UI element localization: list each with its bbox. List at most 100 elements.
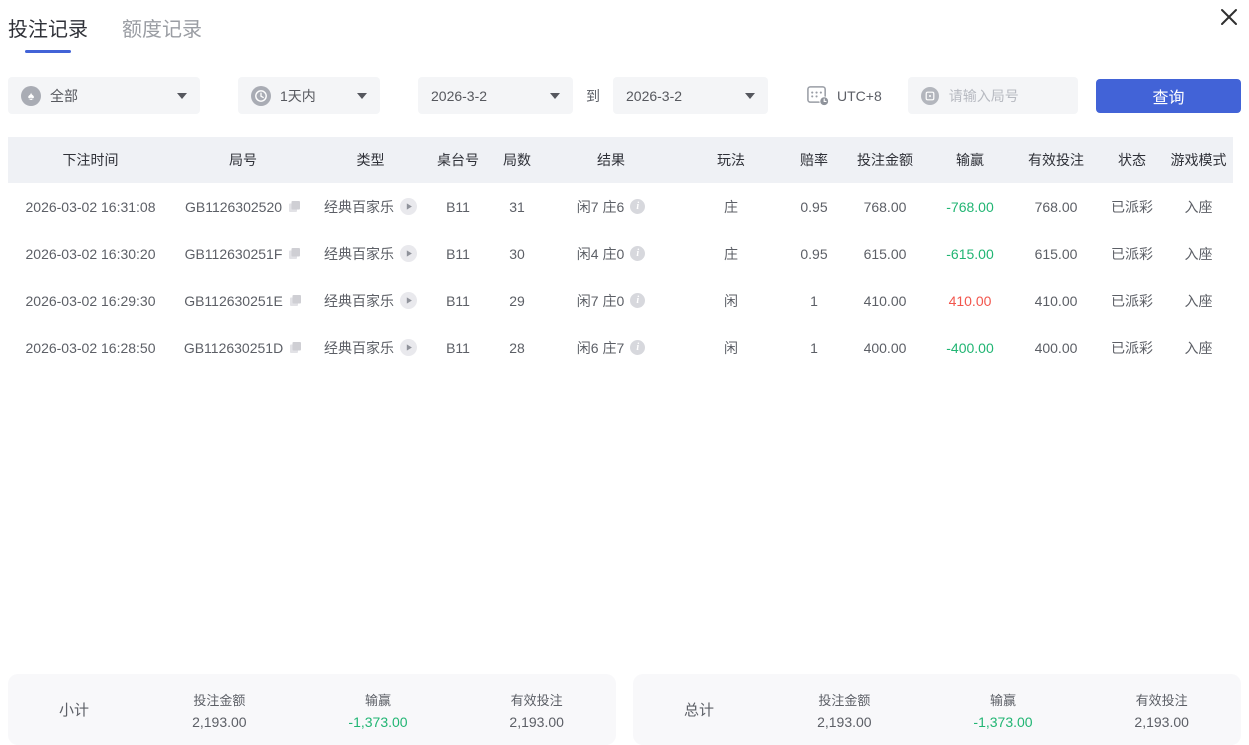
result: 闲4 庄0 bbox=[577, 244, 624, 264]
total-bet-amount: 投注金额 2,193.00 bbox=[765, 690, 924, 730]
bet-amount: 768.00 bbox=[842, 183, 928, 230]
game-mode: 入座 bbox=[1164, 183, 1233, 230]
game-id: GB112630251F bbox=[185, 246, 283, 262]
game-type-cell: 经典百家乐 bbox=[313, 277, 428, 324]
game-id-cell: GB1126302520 bbox=[173, 183, 313, 230]
status: 已派彩 bbox=[1100, 183, 1164, 230]
valid-bet: 410.00 bbox=[1012, 277, 1100, 324]
game-mode: 入座 bbox=[1164, 230, 1233, 277]
date-from-picker[interactable]: 2026-3-2 bbox=[418, 77, 573, 114]
subtotal-valid-bet: 有效投注 2,193.00 bbox=[457, 690, 616, 730]
total-card: 总计 投注金额 2,193.00 输赢 -1,373.00 有效投注 2,193… bbox=[633, 674, 1241, 745]
calendar-clock-icon bbox=[806, 83, 837, 109]
info-icon[interactable]: i bbox=[630, 340, 645, 355]
play: 闲 bbox=[676, 277, 786, 324]
stat-label: 输赢 bbox=[924, 690, 1083, 709]
stat-value: 2,193.00 bbox=[1082, 714, 1241, 730]
bet-time: 2026-03-02 16:28:50 bbox=[8, 324, 173, 371]
subtotal-win-loss: 输赢 -1,373.00 bbox=[299, 690, 458, 730]
odds: 0.95 bbox=[786, 230, 842, 277]
game-id: GB112630251E bbox=[184, 293, 283, 309]
spade-icon: ♠ bbox=[21, 86, 41, 106]
rounds: 28 bbox=[488, 324, 546, 371]
betting-records-table: 下注时间 局号 类型 桌台号 局数 结果 玩法 赔率 投注金额 输赢 有效投注 … bbox=[8, 137, 1241, 371]
clock-icon bbox=[251, 86, 271, 106]
table-no: B11 bbox=[428, 230, 488, 277]
stat-value: 2,193.00 bbox=[457, 714, 616, 730]
tab-betting-records[interactable]: 投注记录 bbox=[8, 13, 88, 53]
tab-quota-records[interactable]: 额度记录 bbox=[122, 13, 202, 53]
play: 庄 bbox=[676, 183, 786, 230]
result: 闲7 庄6 bbox=[577, 197, 624, 217]
total-valid-bet: 有效投注 2,193.00 bbox=[1082, 690, 1241, 730]
valid-bet: 400.00 bbox=[1012, 324, 1100, 371]
game-id-cell: GB112630251E bbox=[173, 277, 313, 324]
bet-time: 2026-03-02 16:31:08 bbox=[8, 183, 173, 230]
query-button[interactable]: 查询 bbox=[1096, 79, 1241, 113]
play-icon[interactable] bbox=[400, 198, 417, 215]
game-type: 经典百家乐 bbox=[324, 291, 394, 311]
table-no: B11 bbox=[428, 324, 488, 371]
game-number-input[interactable] bbox=[947, 87, 1065, 105]
copy-icon[interactable] bbox=[288, 200, 301, 213]
copy-icon[interactable] bbox=[288, 247, 301, 260]
col-odds: 赔率 bbox=[786, 137, 842, 183]
subtotal-bet-amount: 投注金额 2,193.00 bbox=[140, 690, 299, 730]
result-cell: 闲7 庄6 i bbox=[546, 183, 676, 230]
date-to-picker[interactable]: 2026-3-2 bbox=[613, 77, 768, 114]
info-icon[interactable]: i bbox=[630, 293, 645, 308]
col-play: 玩法 bbox=[676, 137, 786, 183]
info-icon[interactable]: i bbox=[630, 246, 645, 261]
play-icon[interactable] bbox=[400, 245, 417, 262]
col-game-mode: 游戏模式 bbox=[1164, 137, 1233, 183]
odds: 1 bbox=[786, 324, 842, 371]
col-game-id: 局号 bbox=[173, 137, 313, 183]
game-id-cell: GB112630251F bbox=[173, 230, 313, 277]
category-dropdown-value: 全部 bbox=[50, 86, 78, 106]
stat-value: -1,373.00 bbox=[924, 714, 1083, 730]
game-number-search[interactable] bbox=[908, 77, 1078, 114]
bet-time: 2026-03-02 16:30:20 bbox=[8, 230, 173, 277]
valid-bet: 768.00 bbox=[1012, 183, 1100, 230]
stat-label: 投注金额 bbox=[765, 690, 924, 709]
game-id: GB1126302520 bbox=[185, 199, 282, 215]
result-cell: 闲7 庄0i bbox=[546, 277, 676, 324]
total-win-loss: 输赢 -1,373.00 bbox=[924, 690, 1083, 730]
subtotal-card: 小计 投注金额 2,193.00 输赢 -1,373.00 有效投注 2,193… bbox=[8, 674, 616, 745]
col-bet-amount: 投注金额 bbox=[842, 137, 928, 183]
play: 庄 bbox=[676, 230, 786, 277]
stat-value: 2,193.00 bbox=[765, 714, 924, 730]
time-range-dropdown[interactable]: 1天内 bbox=[238, 77, 380, 114]
chevron-down-icon bbox=[177, 93, 187, 99]
copy-icon[interactable] bbox=[289, 294, 302, 307]
table-row: 2026-03-02 16:29:30 GB112630251E 经典百家乐 B… bbox=[8, 277, 1233, 324]
game-mode: 入座 bbox=[1164, 324, 1233, 371]
play-icon[interactable] bbox=[400, 339, 417, 356]
bet-time: 2026-03-02 16:29:30 bbox=[8, 277, 173, 324]
col-valid-bet: 有效投注 bbox=[1012, 137, 1100, 183]
stat-value: -1,373.00 bbox=[299, 714, 458, 730]
odds: 1 bbox=[786, 277, 842, 324]
active-tab-underline bbox=[25, 50, 71, 53]
rounds: 30 bbox=[488, 230, 546, 277]
play-icon[interactable] bbox=[400, 292, 417, 309]
play: 闲 bbox=[676, 324, 786, 371]
win-loss: 410.00 bbox=[928, 277, 1012, 324]
copy-icon[interactable] bbox=[289, 341, 302, 354]
timezone-indicator: UTC+8 bbox=[806, 83, 882, 109]
stat-label: 输赢 bbox=[299, 690, 458, 709]
game-type-cell: 经典百家乐 bbox=[313, 183, 428, 230]
valid-bet: 615.00 bbox=[1012, 230, 1100, 277]
stat-label: 有效投注 bbox=[1082, 690, 1241, 709]
close-button[interactable] bbox=[1214, 3, 1244, 33]
status: 已派彩 bbox=[1100, 277, 1164, 324]
bet-amount: 615.00 bbox=[842, 230, 928, 277]
tab-betting-records-label: 投注记录 bbox=[8, 19, 88, 41]
category-dropdown[interactable]: ♠ 全部 bbox=[8, 77, 200, 114]
table-row: 2026-03-02 16:30:20 GB112630251F 经典百家乐 B… bbox=[8, 230, 1233, 277]
result: 闲6 庄7 bbox=[577, 338, 624, 358]
info-icon[interactable]: i bbox=[630, 199, 645, 214]
date-range-to-label: 到 bbox=[586, 86, 600, 106]
win-loss: -400.00 bbox=[928, 324, 1012, 371]
rounds: 29 bbox=[488, 277, 546, 324]
